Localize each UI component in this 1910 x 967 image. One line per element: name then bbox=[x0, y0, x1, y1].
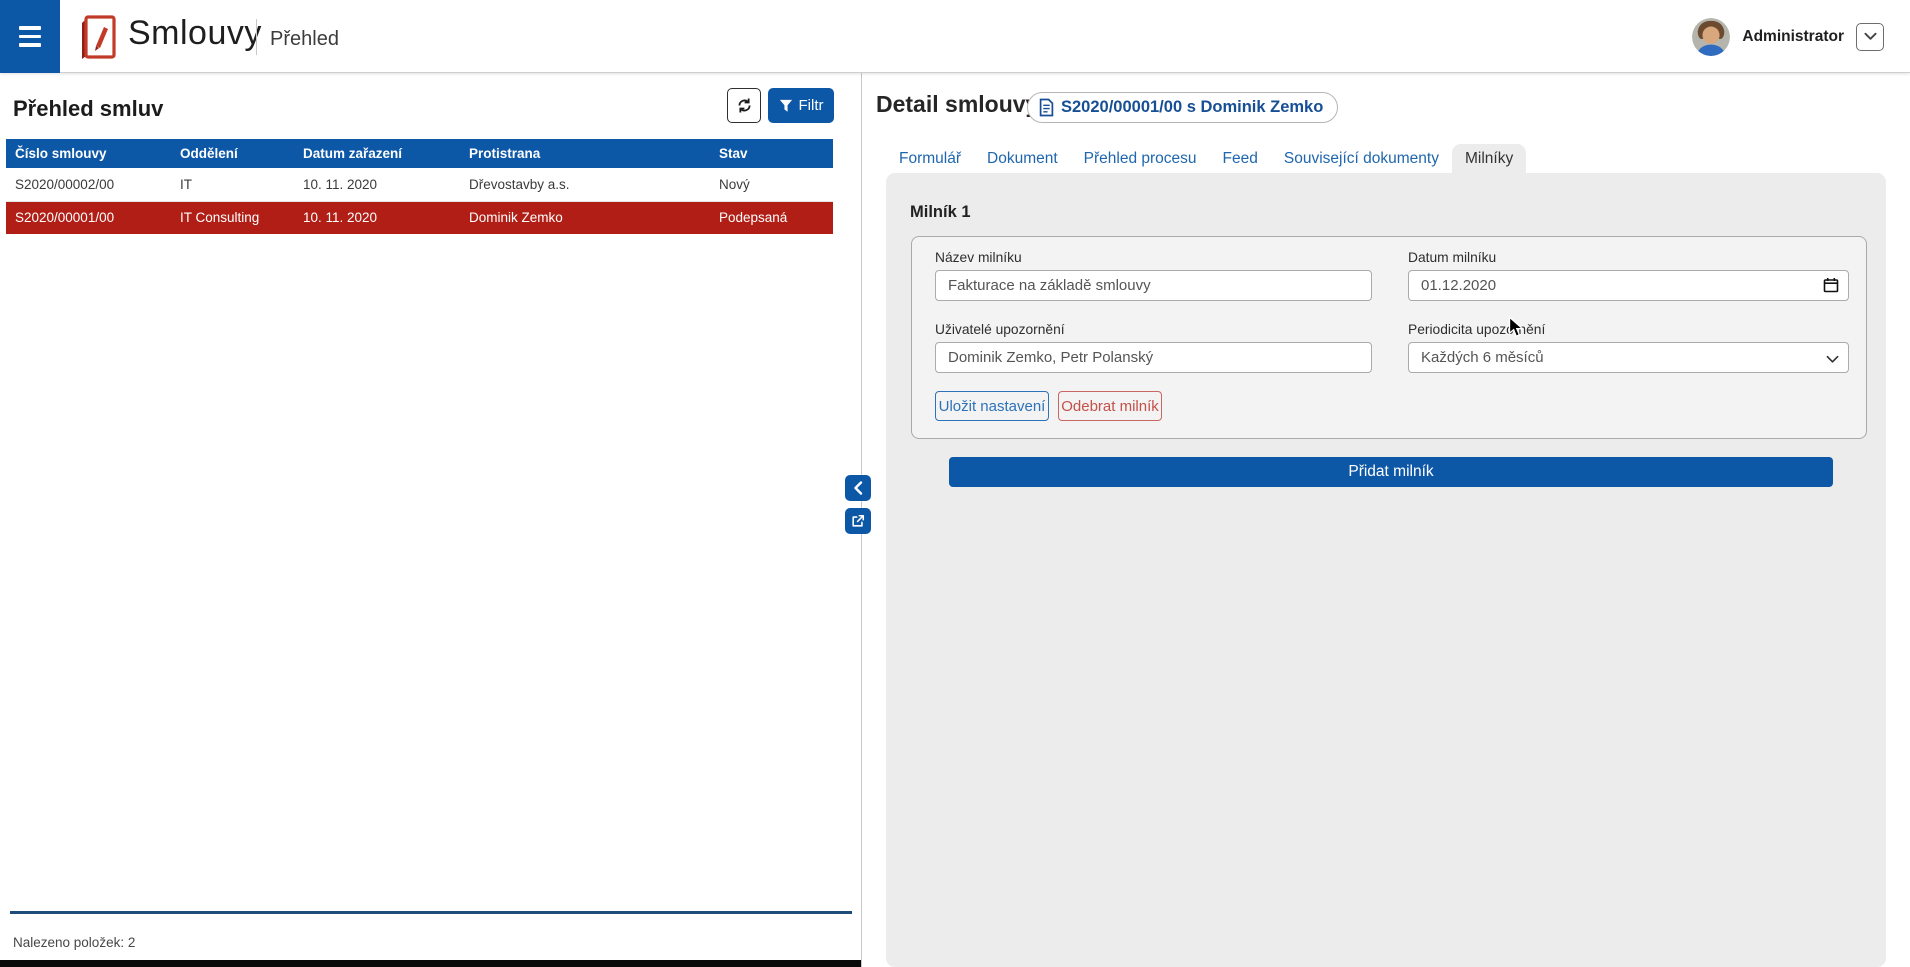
refresh-button[interactable] bbox=[727, 88, 761, 123]
hamburger-menu-button[interactable] bbox=[0, 0, 60, 73]
user-name: Administrator bbox=[1742, 28, 1844, 46]
filter-button[interactable]: Filtr bbox=[768, 88, 834, 123]
funnel-icon bbox=[779, 99, 793, 113]
filter-button-label: Filtr bbox=[799, 97, 824, 114]
detail-tabs: Formulář Dokument Přehled procesu Feed S… bbox=[886, 144, 1526, 173]
tab-souvisejici-dokumenty[interactable]: Související dokumenty bbox=[1271, 144, 1452, 173]
contract-detail-panel: Detail smlouvy S2020/00001/00 s Dominik … bbox=[863, 73, 1910, 967]
milestone-date-field bbox=[1408, 270, 1849, 301]
milestone-date-input[interactable] bbox=[1408, 270, 1849, 301]
table-row[interactable]: S2020/00002/00 IT 10. 11. 2020 Dřevostav… bbox=[6, 168, 833, 201]
contracts-app: Smlouvy Přehled Administrator Přehled sm… bbox=[0, 0, 1910, 967]
milestone-date-label: Datum milníku bbox=[1408, 250, 1496, 265]
top-header: Smlouvy Přehled Administrator bbox=[0, 0, 1910, 73]
column-header-cislo[interactable]: Číslo smlouvy bbox=[6, 139, 171, 168]
add-milestone-button[interactable]: Přidat milník bbox=[949, 457, 1833, 487]
list-title: Přehled smluv bbox=[13, 96, 163, 122]
app-title: Smlouvy bbox=[128, 14, 262, 53]
user-area: Administrator bbox=[1692, 0, 1884, 73]
box-arrow-up-right-icon bbox=[851, 514, 865, 528]
column-header-stav[interactable]: Stav bbox=[710, 139, 833, 168]
contracts-list-panel: Přehled smluv Filtr Číslo smlouvy Odděle… bbox=[0, 73, 862, 967]
milestone-name-label: Název milníku bbox=[935, 250, 1022, 265]
tab-milniky[interactable]: Milníky bbox=[1452, 144, 1526, 173]
milestone-users-input[interactable] bbox=[935, 342, 1372, 373]
tab-formular[interactable]: Formulář bbox=[886, 144, 974, 173]
hamburger-icon bbox=[19, 26, 41, 30]
breadcrumb: Přehled bbox=[270, 28, 339, 51]
column-header-datum[interactable]: Datum zařazení bbox=[294, 139, 460, 168]
milestone-name-input[interactable] bbox=[935, 270, 1372, 301]
contract-badge-label: S2020/00001/00 s Dominik Zemko bbox=[1061, 98, 1323, 117]
remove-milestone-button[interactable]: Odebrat milník bbox=[1058, 391, 1162, 421]
collapse-panel-button[interactable] bbox=[845, 475, 871, 501]
user-menu-button[interactable] bbox=[1856, 23, 1884, 51]
refresh-icon bbox=[736, 97, 753, 114]
chevron-left-icon bbox=[853, 481, 863, 495]
column-header-protistrana[interactable]: Protistrana bbox=[460, 139, 710, 168]
result-count: Nalezeno položek: 2 bbox=[13, 935, 135, 950]
column-header-oddeleni[interactable]: Oddělení bbox=[171, 139, 294, 168]
chevron-down-icon bbox=[1864, 32, 1877, 41]
detail-title: Detail smlouvy bbox=[876, 91, 1038, 118]
save-settings-button[interactable]: Uložit nastavení bbox=[935, 391, 1049, 421]
milestone-period-field: Každých 6 měsíců bbox=[1408, 342, 1849, 373]
header-divider bbox=[256, 19, 257, 55]
file-text-icon bbox=[1039, 98, 1054, 117]
tab-prehled-procesu[interactable]: Přehled procesu bbox=[1071, 144, 1210, 173]
tab-feed[interactable]: Feed bbox=[1210, 144, 1271, 173]
app-logo-icon bbox=[79, 14, 119, 67]
table-header-row: Číslo smlouvy Oddělení Datum zařazení Pr… bbox=[6, 139, 833, 168]
milestone-heading: Milník 1 bbox=[910, 203, 971, 222]
milestone-period-select[interactable]: Každých 6 měsíců bbox=[1408, 342, 1849, 373]
avatar[interactable] bbox=[1692, 18, 1730, 56]
contracts-table: Číslo smlouvy Oddělení Datum zařazení Pr… bbox=[6, 139, 833, 234]
table-row-selected[interactable]: S2020/00001/00 IT Consulting 10. 11. 202… bbox=[6, 201, 833, 234]
contract-badge[interactable]: S2020/00001/00 s Dominik Zemko bbox=[1027, 92, 1338, 123]
milestone-users-label: Uživatelé upozornění bbox=[935, 322, 1065, 337]
bottom-edge-bar bbox=[0, 960, 861, 967]
table-footer-line bbox=[10, 911, 852, 914]
milestone-period-label: Periodicita upozornění bbox=[1408, 322, 1545, 337]
tab-dokument[interactable]: Dokument bbox=[974, 144, 1071, 173]
milestones-tab-pane: Milník 1 Název milníku Datum milníku bbox=[886, 173, 1886, 967]
milestone-card: Název milníku Datum milníku Uživatelé up… bbox=[911, 236, 1867, 439]
open-external-button[interactable] bbox=[845, 508, 871, 534]
